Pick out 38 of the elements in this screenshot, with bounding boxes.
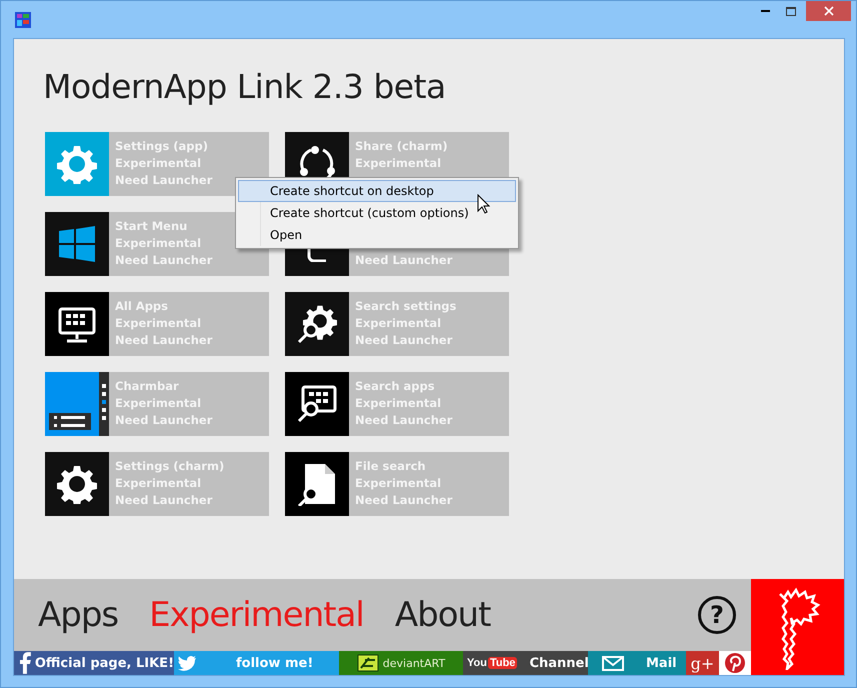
close-button[interactable] <box>806 1 851 21</box>
link-label: follow me! <box>236 656 314 670</box>
maximize-icon[interactable] <box>786 6 796 16</box>
close-icon <box>824 6 834 16</box>
link-label: Channel <box>529 656 588 670</box>
mail-icon <box>602 656 624 670</box>
google-plus-logo: g+ <box>690 654 714 672</box>
facebook-icon <box>18 652 32 674</box>
youtube-link[interactable]: You Tube Channel <box>463 651 588 675</box>
nav-tab[interactable]: Apps <box>38 595 118 635</box>
nav-tab[interactable]: About <box>394 595 490 635</box>
app-icon <box>15 12 31 28</box>
monitor-search-icon <box>297 384 337 424</box>
help-button[interactable]: ? <box>698 596 736 634</box>
app-title: ModernApp Link 2.3 beta <box>43 66 446 108</box>
deviantart-logo-text: deviantART <box>382 656 446 670</box>
link-label: Mail <box>646 656 677 670</box>
pinterest-link[interactable] <box>719 651 751 675</box>
cursor-icon <box>477 194 490 214</box>
menu-item[interactable]: Create shortcut on desktop <box>238 180 516 202</box>
mail-link[interactable]: Mail <box>588 651 686 675</box>
pinterest-icon <box>725 653 745 673</box>
deviantart-logo-icon <box>356 654 379 672</box>
device-icon <box>307 248 327 262</box>
deviantart-link[interactable]: deviantART <box>339 651 463 675</box>
bird-icon <box>178 656 196 670</box>
windows-logo-icon <box>57 224 97 264</box>
gear-icon <box>57 144 97 184</box>
facebook-link[interactable]: Official page, LIKE! <box>14 651 174 675</box>
googleplus-link[interactable]: g+ <box>686 651 719 675</box>
nav-tab[interactable]: Experimental <box>149 595 364 635</box>
file-search-icon <box>297 462 337 506</box>
gear-icon <box>57 464 97 504</box>
minimize-icon[interactable] <box>760 10 770 12</box>
youtube-logo: You Tube <box>467 657 518 669</box>
link-label: Official page, LIKE! <box>34 656 174 670</box>
gear-search-icon <box>297 304 337 344</box>
twitter-link[interactable]: follow me! <box>174 651 339 675</box>
